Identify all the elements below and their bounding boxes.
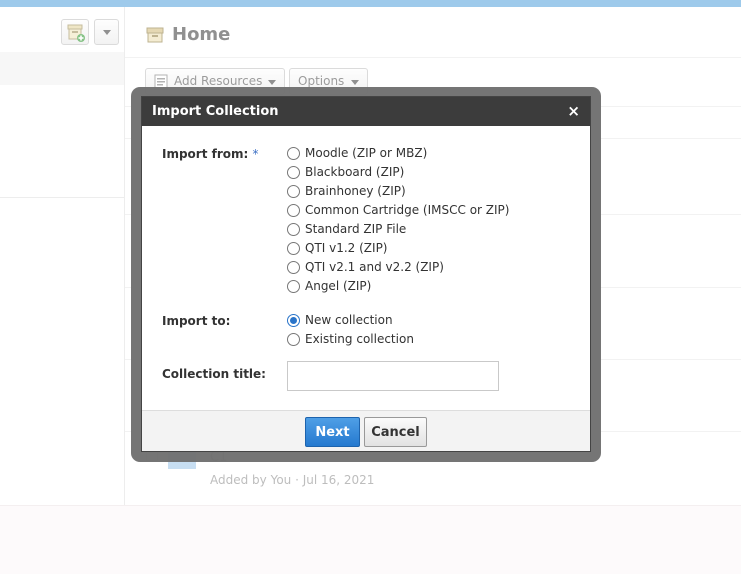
required-mark: * [252, 147, 259, 161]
radio-button[interactable] [287, 146, 300, 160]
radio-common-cartridge[interactable]: Common Cartridge (IMSCC or ZIP) [287, 202, 509, 218]
import-collection-dialog: Import Collection × Import from: * Moodl… [141, 96, 591, 452]
radio-new-collection[interactable]: New collection [287, 312, 393, 328]
dialog-title: Import Collection [152, 104, 279, 119]
radio-button[interactable] [287, 203, 300, 217]
collection-title-label: Collection title: [162, 367, 266, 381]
import-from-label-text: Import from: [162, 147, 249, 161]
cancel-button[interactable]: Cancel [364, 417, 427, 447]
import-to-label: Import to: [162, 314, 231, 328]
radio-button[interactable] [287, 241, 300, 255]
import-from-label: Import from: * [162, 147, 259, 161]
next-button[interactable]: Next [305, 417, 360, 447]
radio-qti-v1-2[interactable]: QTI v1.2 (ZIP) [287, 240, 388, 256]
radio-label: Brainhoney (ZIP) [305, 184, 406, 198]
dialog-header: Import Collection × [142, 97, 590, 126]
radio-button-selected[interactable] [287, 313, 300, 327]
collection-title-input[interactable] [287, 361, 499, 391]
radio-qti-v2[interactable]: QTI v2.1 and v2.2 (ZIP) [287, 259, 444, 275]
radio-existing-collection[interactable]: Existing collection [287, 331, 414, 347]
radio-standard-zip[interactable]: Standard ZIP File [287, 221, 406, 237]
radio-button[interactable] [287, 279, 300, 293]
radio-button[interactable] [287, 184, 300, 198]
radio-brainhoney[interactable]: Brainhoney (ZIP) [287, 183, 406, 199]
radio-label: Angel (ZIP) [305, 279, 372, 293]
dialog-footer: Next Cancel [142, 410, 590, 451]
close-icon[interactable]: × [567, 97, 580, 126]
radio-button[interactable] [287, 165, 300, 179]
radio-label: New collection [305, 313, 393, 327]
radio-label: QTI v2.1 and v2.2 (ZIP) [305, 260, 444, 274]
radio-label: Standard ZIP File [305, 222, 407, 236]
radio-label: Blackboard (ZIP) [305, 165, 405, 179]
dialog-body: Import from: * Moodle (ZIP or MBZ) Black… [142, 126, 590, 410]
radio-label: QTI v1.2 (ZIP) [305, 241, 388, 255]
radio-blackboard[interactable]: Blackboard (ZIP) [287, 164, 404, 180]
radio-label: Moodle (ZIP or MBZ) [305, 146, 428, 160]
radio-label: Existing collection [305, 332, 414, 346]
radio-angel[interactable]: Angel (ZIP) [287, 278, 371, 294]
radio-button[interactable] [287, 332, 300, 346]
radio-button[interactable] [287, 260, 300, 274]
radio-label: Common Cartridge (IMSCC or ZIP) [305, 203, 510, 217]
radio-moodle[interactable]: Moodle (ZIP or MBZ) [287, 145, 427, 161]
radio-button[interactable] [287, 222, 300, 236]
